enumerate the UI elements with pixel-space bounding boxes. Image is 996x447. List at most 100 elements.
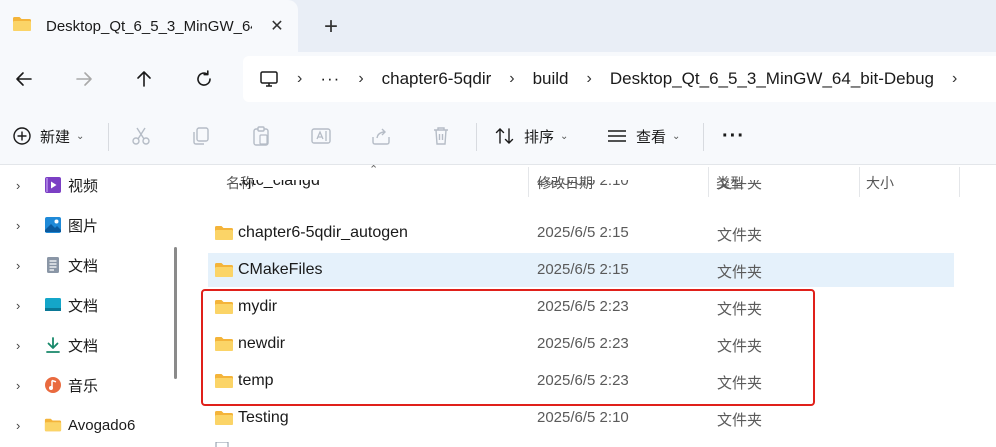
video-icon [45, 177, 61, 193]
copy-icon [193, 127, 209, 145]
divider [476, 123, 477, 151]
file-name: .qtc_clangd [238, 180, 320, 189]
sort-button[interactable]: 排序 ⌄ [494, 121, 568, 151]
sidebar-item-avogado6[interactable]: › Avogado6 [0, 410, 170, 440]
sidebar-item-label: 视频 [68, 177, 99, 195]
chevron-right-icon[interactable]: › [16, 298, 28, 313]
file-name: Testing [238, 409, 289, 426]
file-row[interactable]: CMakeFiles 2025/6/5 2:15 文件夹 [208, 253, 954, 287]
file-row-partial[interactable] [208, 438, 954, 447]
documents-icon [47, 257, 59, 273]
folder-icon [215, 226, 233, 240]
file-row[interactable]: Testing 2025/6/5 2:10 文件夹 [208, 401, 954, 435]
refresh-button[interactable] [188, 63, 220, 95]
navigation-bar: › ··· › chapter6-5qdir › build › Desktop… [0, 52, 996, 107]
sidebar-item-documents[interactable]: › 文档 [0, 250, 170, 280]
chevron-down-icon: ⌄ [672, 130, 681, 142]
file-type: 文件夹 [717, 180, 763, 192]
file-icon [215, 442, 229, 447]
view-button[interactable]: 查看 ⌄ [606, 121, 680, 151]
scissors-icon [132, 127, 150, 145]
chevron-right-icon[interactable]: › [16, 178, 28, 193]
cut-button[interactable] [130, 121, 152, 151]
pictures-icon [45, 217, 61, 233]
tab-title: Desktop_Qt_6_5_3_MinGW_64_bit-Debug [46, 17, 252, 35]
plus-circle-icon [13, 127, 31, 145]
view-button-label: 查看 [636, 128, 667, 146]
folder-icon [215, 411, 233, 425]
chevron-right-icon[interactable]: › [16, 258, 28, 273]
sidebar-item-music[interactable]: › 音乐 [0, 370, 170, 400]
sort-icon [495, 128, 514, 144]
chevron-right-icon[interactable]: › [16, 378, 28, 393]
chevron-right-icon[interactable]: › [16, 418, 28, 433]
sidebar-item-pictures[interactable]: › 图片 [0, 210, 170, 240]
breadcrumb-chevron-icon[interactable]: › [952, 70, 957, 88]
new-button[interactable]: 新建 ⌄ [12, 121, 84, 151]
breadcrumb-item[interactable]: chapter6-5qdir [382, 69, 492, 89]
sidebar-item-label: 图片 [68, 217, 99, 235]
more-options-button[interactable]: ··· [722, 121, 745, 151]
trash-icon [434, 127, 448, 145]
breadcrumb-chevron-icon[interactable]: › [358, 70, 363, 88]
chevron-down-icon: ⌄ [560, 130, 569, 142]
sidebar-item-downloads[interactable]: › 文档 [0, 330, 170, 360]
sidebar-item-videos[interactable]: › 视频 [0, 170, 170, 200]
folder-icon [215, 263, 233, 277]
tab-close-icon[interactable]: ✕ [266, 15, 288, 37]
new-tab-button[interactable]: + [318, 13, 344, 40]
forward-button[interactable] [68, 63, 100, 95]
music-icon [45, 377, 61, 393]
tab-current[interactable]: Desktop_Qt_6_5_3_MinGW_64_bit-Debug [0, 0, 298, 52]
folder-icon [44, 418, 62, 432]
sidebar-item-label: 文档 [68, 297, 99, 315]
breadcrumb-chevron-icon[interactable]: › [297, 70, 302, 88]
chevron-right-icon[interactable]: › [16, 338, 28, 353]
sort-ascending-icon: ⌃ [369, 165, 379, 176]
arrow-left-icon [16, 72, 32, 86]
tab-strip: Desktop_Qt_6_5_3_MinGW_64_bit-Debug ✕ + [0, 0, 996, 52]
copy-button[interactable] [190, 121, 212, 151]
file-date: 2025/6/5 2:10 [537, 409, 629, 426]
breadcrumb-chevron-icon[interactable]: › [509, 70, 514, 88]
sidebar-item-desktop[interactable]: › 文档 [0, 290, 170, 320]
navigation-pane: › 视频 › 图片 › 文档 › 文档 › 文档 › 音乐 › Avogado6 [0, 165, 186, 447]
file-type: 文件夹 [717, 412, 763, 429]
desktop-icon [45, 298, 61, 311]
annotation-highlight [201, 289, 815, 406]
arrow-right-icon [76, 72, 92, 86]
breadcrumb-overflow-button[interactable]: ··· [320, 69, 340, 89]
new-button-label: 新建 [40, 128, 71, 146]
rename-icon [311, 128, 331, 144]
folder-icon [12, 16, 32, 36]
sidebar-item-label: 文档 [68, 337, 99, 355]
paste-button[interactable] [250, 121, 272, 151]
file-date: 2025/6/5 2:15 [537, 224, 629, 241]
clipboard-icon [253, 126, 269, 146]
breadcrumb-chevron-icon[interactable]: › [587, 70, 592, 88]
file-type: 文件夹 [717, 227, 763, 244]
divider [703, 123, 704, 151]
back-button[interactable] [8, 63, 40, 95]
up-button[interactable] [128, 63, 160, 95]
file-name: CMakeFiles [238, 261, 323, 278]
breadcrumb-item[interactable]: Desktop_Qt_6_5_3_MinGW_64_bit-Debug [610, 69, 934, 89]
breadcrumb-item[interactable]: build [533, 69, 569, 89]
downloads-icon [46, 337, 60, 353]
address-bar[interactable]: › ··· › chapter6-5qdir › build › Desktop… [243, 56, 996, 102]
refresh-icon [197, 70, 211, 86]
arrow-up-icon [137, 71, 151, 87]
chevron-right-icon[interactable]: › [16, 218, 28, 233]
file-name: chapter6-5qdir_autogen [238, 224, 408, 241]
file-row[interactable]: .qtc_clangd 2025/6/5 2:10 文件夹 [208, 180, 954, 200]
column-divider[interactable] [959, 167, 960, 197]
rename-button[interactable] [310, 121, 332, 151]
file-row[interactable]: chapter6-5qdir_autogen 2025/6/5 2:15 文件夹 [208, 216, 954, 250]
view-list-icon [608, 130, 626, 142]
delete-button[interactable] [430, 121, 452, 151]
sidebar-item-label: Avogado6 [68, 416, 136, 434]
sidebar-scrollbar[interactable] [174, 247, 177, 379]
share-icon [372, 128, 390, 145]
share-button[interactable] [370, 121, 392, 151]
computer-icon [259, 70, 279, 88]
